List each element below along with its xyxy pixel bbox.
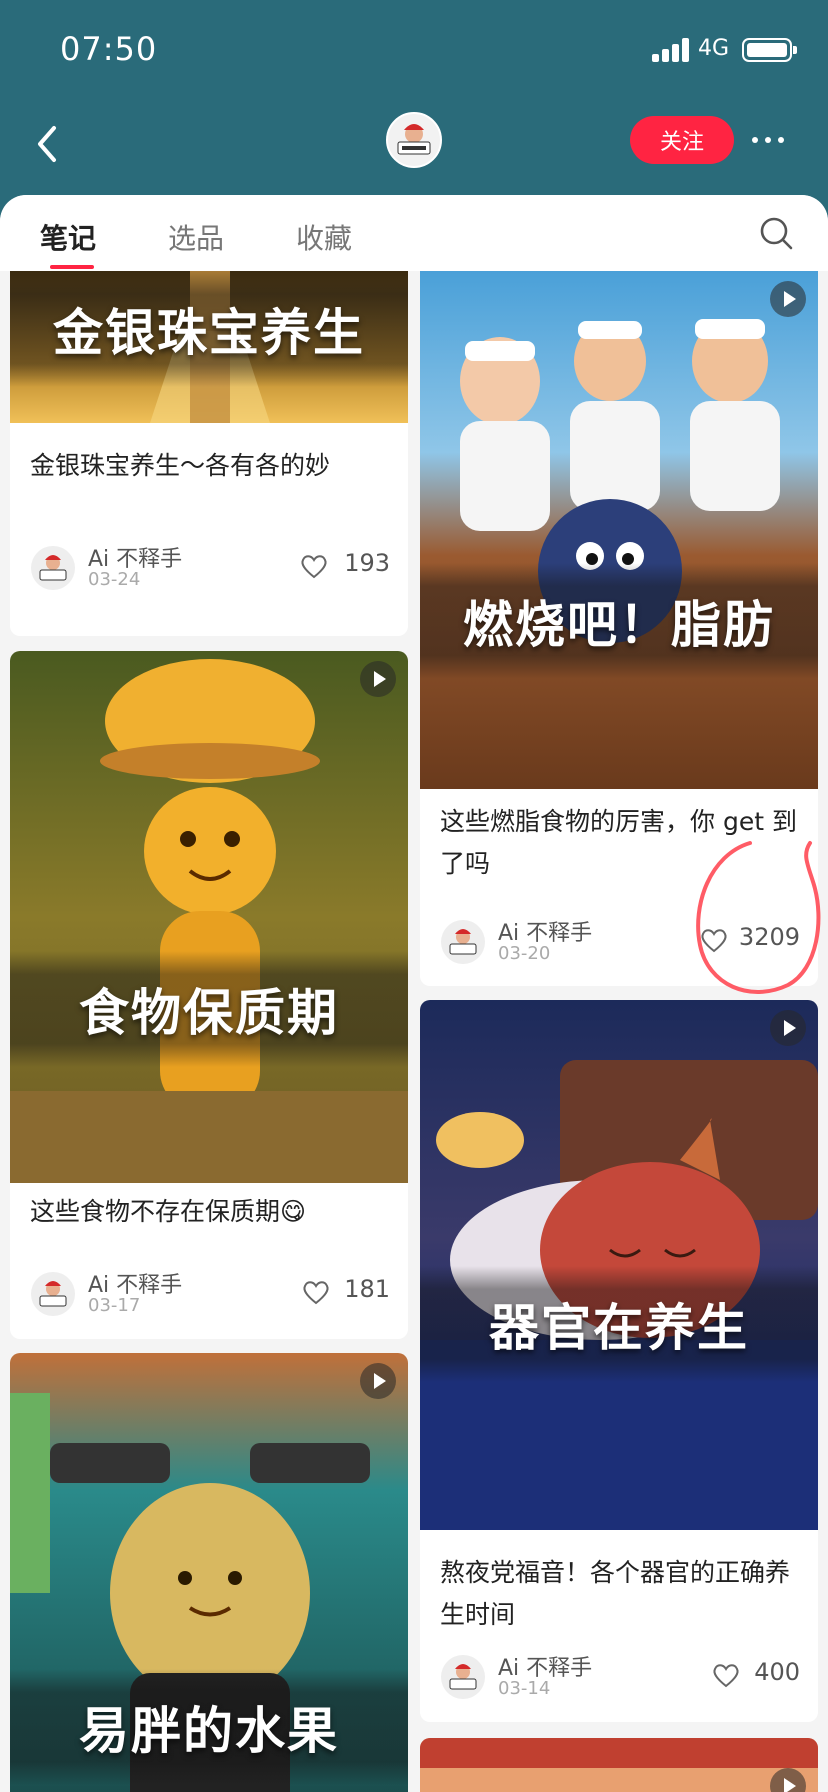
- card-cover: 燃烧吧！脂肪: [420, 271, 818, 789]
- post-date: 03-17: [88, 1295, 141, 1316]
- battery-icon: [742, 38, 797, 62]
- heart-icon[interactable]: [300, 553, 328, 579]
- author-avatar[interactable]: [30, 1271, 76, 1317]
- play-icon: [770, 281, 806, 317]
- network-type: 4G: [698, 36, 730, 61]
- nav-bar: 关注: [0, 100, 828, 195]
- card-title: 这些燃脂食物的厉害，你 get 到了吗: [440, 807, 797, 878]
- tab-favorites[interactable]: 收藏: [296, 217, 352, 257]
- status-bar: 07:50 4G: [0, 0, 828, 100]
- play-icon: [360, 661, 396, 697]
- author-avatar[interactable]: [440, 919, 486, 965]
- card-cover: [420, 1738, 818, 1792]
- content-panel: 笔记 选品 收藏 金银珠宝养生 金银珠宝养生～各有各的妙 Ai 不释手 03-2…: [0, 195, 828, 1792]
- status-time: 07:50: [60, 30, 158, 68]
- post-date: 03-14: [498, 1678, 551, 1699]
- note-card[interactable]: [420, 1738, 818, 1792]
- card-cover: 器官在养生: [420, 1000, 818, 1530]
- search-icon[interactable]: [758, 215, 794, 251]
- heart-icon[interactable]: [712, 1662, 740, 1688]
- cover-title: 金银珠宝养生: [10, 271, 408, 387]
- note-card[interactable]: 燃烧吧！脂肪 这些燃脂食物的厉害，你 get 到了吗 Ai 不释手 03-20 …: [420, 271, 818, 986]
- tab-underline: [50, 265, 94, 269]
- cover-title: 燃烧吧！脂肪: [420, 563, 818, 679]
- back-icon[interactable]: [30, 122, 70, 166]
- cover-title: 食物保质期: [10, 951, 408, 1067]
- author-row: Ai 不释手 03-17 181: [30, 1269, 390, 1317]
- author-avatar[interactable]: [30, 545, 76, 591]
- heart-icon[interactable]: [302, 1279, 330, 1305]
- author-row: Ai 不释手 03-24 193: [30, 543, 390, 591]
- card-cover: 金银珠宝养生: [10, 271, 408, 423]
- tab-notes[interactable]: 笔记: [40, 217, 96, 257]
- post-date: 03-20: [498, 943, 551, 964]
- tab-bar: 笔记 选品 收藏: [0, 195, 828, 271]
- note-card[interactable]: 易胖的水果: [10, 1353, 408, 1792]
- card-title: 熬夜党福音！各个器官的正确养生时间: [440, 1558, 791, 1629]
- card-cover: 食物保质期: [10, 651, 408, 1183]
- card-title: 金银珠宝养生～各有各的妙: [30, 451, 331, 480]
- signal-icon: [652, 38, 690, 62]
- note-card[interactable]: 金银珠宝养生 金银珠宝养生～各有各的妙 Ai 不释手 03-24 193: [10, 271, 408, 636]
- like-count: 3209: [738, 923, 800, 951]
- like-count: 181: [344, 1275, 390, 1303]
- avatar[interactable]: [386, 112, 442, 168]
- more-icon[interactable]: [752, 126, 796, 154]
- post-date: 03-24: [88, 569, 141, 590]
- heart-icon[interactable]: [700, 927, 728, 953]
- like-count: 193: [344, 549, 390, 577]
- card-title: 这些食物不存在保质期😋: [30, 1197, 307, 1226]
- cover-title: 器官在养生: [420, 1266, 818, 1382]
- note-card[interactable]: 食物保质期 这些食物不存在保质期😋 Ai 不释手 03-17 181: [10, 651, 408, 1339]
- author-row: Ai 不释手 03-14 400: [440, 1652, 800, 1700]
- play-icon: [770, 1010, 806, 1046]
- author-avatar[interactable]: [440, 1654, 486, 1700]
- author-row: Ai 不释手 03-20 3209: [440, 917, 800, 965]
- like-count: 400: [754, 1658, 800, 1686]
- tab-products[interactable]: 选品: [168, 217, 224, 257]
- follow-button[interactable]: 关注: [630, 116, 734, 164]
- note-card[interactable]: 器官在养生 熬夜党福音！各个器官的正确养生时间 Ai 不释手 03-14 400: [420, 1000, 818, 1722]
- cover-title: 易胖的水果: [10, 1669, 408, 1785]
- play-icon: [360, 1363, 396, 1399]
- card-cover: 易胖的水果: [10, 1353, 408, 1792]
